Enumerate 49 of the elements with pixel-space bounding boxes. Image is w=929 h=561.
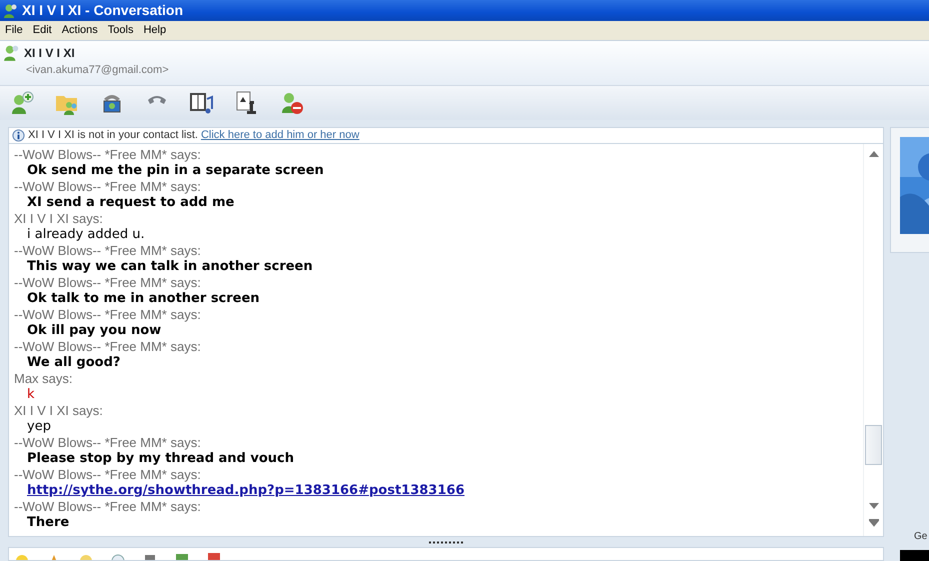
film-music-icon[interactable] xyxy=(190,90,214,115)
message-text: Ok ill pay you now xyxy=(27,323,162,338)
menu-item[interactable]: File xyxy=(0,22,28,39)
sender-line: XI I V I XI says: xyxy=(13,403,104,419)
block-contact-icon[interactable] xyxy=(280,90,304,115)
sender-line: --WoW Blows-- *Free MM* says: xyxy=(13,147,202,163)
sender-line: --WoW Blows-- *Free MM* says: xyxy=(13,435,202,451)
sender-line: --WoW Blows-- *Free MM* says: xyxy=(13,179,202,195)
sender-line: --WoW Blows-- *Free MM* says: xyxy=(13,499,202,515)
contact-name: XI I V I XI xyxy=(24,45,76,62)
scroll-thumb[interactable] xyxy=(865,425,882,465)
message-text: Ok talk to me in another screen xyxy=(27,291,260,306)
message-text: yep xyxy=(27,419,51,434)
sender-line: --WoW Blows-- *Free MM* says: xyxy=(13,275,202,291)
game-card-icon[interactable] xyxy=(235,90,259,115)
message-text: We all good? xyxy=(27,355,120,370)
message-text: Please stop by my thread and vouch xyxy=(27,451,294,466)
scroll-down-icon[interactable] xyxy=(868,503,878,509)
message-text: There xyxy=(27,515,70,530)
sender-line: --WoW Blows-- *Free MM* says: xyxy=(13,339,202,355)
menu-item[interactable]: Edit xyxy=(28,22,57,39)
message-text: This way we can talk in another screen xyxy=(27,259,313,274)
info-icon xyxy=(12,129,25,142)
add-contact-link[interactable]: Click here to add him or her now xyxy=(200,127,360,144)
scroll-up-icon[interactable] xyxy=(868,151,878,157)
invite-icon[interactable] xyxy=(10,90,34,115)
sender-line: --WoW Blows-- *Free MM* says: xyxy=(13,243,202,259)
sender-line: --WoW Blows-- *Free MM* says: xyxy=(13,307,202,323)
menu-item[interactable]: Help xyxy=(138,22,172,39)
scrollbar[interactable] xyxy=(863,144,883,536)
notice-text: XI I V I XI is not in your contact list. xyxy=(28,128,198,144)
message-link[interactable]: http://sythe.org/showthread.php?p=1383166#post1383166 xyxy=(27,483,464,498)
window-title: XI I V I XI - Conversation xyxy=(22,1,184,20)
contact-email: <ivan.akuma77@gmail.com> xyxy=(26,63,169,78)
menu-item[interactable]: Actions xyxy=(56,22,103,39)
scroll-end-icon[interactable] xyxy=(868,519,878,527)
resize-grip-icon[interactable] xyxy=(428,540,464,544)
message-text: Ok send me the pin in a separate screen xyxy=(27,163,324,178)
buddy-icon xyxy=(3,2,19,19)
menu-item[interactable]: Tools xyxy=(102,22,138,39)
message-text: XI send a request to add me xyxy=(27,195,234,210)
sender-line: --WoW Blows-- *Free MM* says: xyxy=(13,467,202,483)
display-picture-panel xyxy=(900,550,929,561)
buddy-icon xyxy=(3,44,21,62)
side-label: Ge xyxy=(913,530,928,544)
sender-line: XI I V I XI says: xyxy=(13,211,104,227)
sender-line: Max says: xyxy=(13,371,74,387)
message-text: k xyxy=(27,387,35,402)
message-text: i already added u. xyxy=(27,227,145,242)
